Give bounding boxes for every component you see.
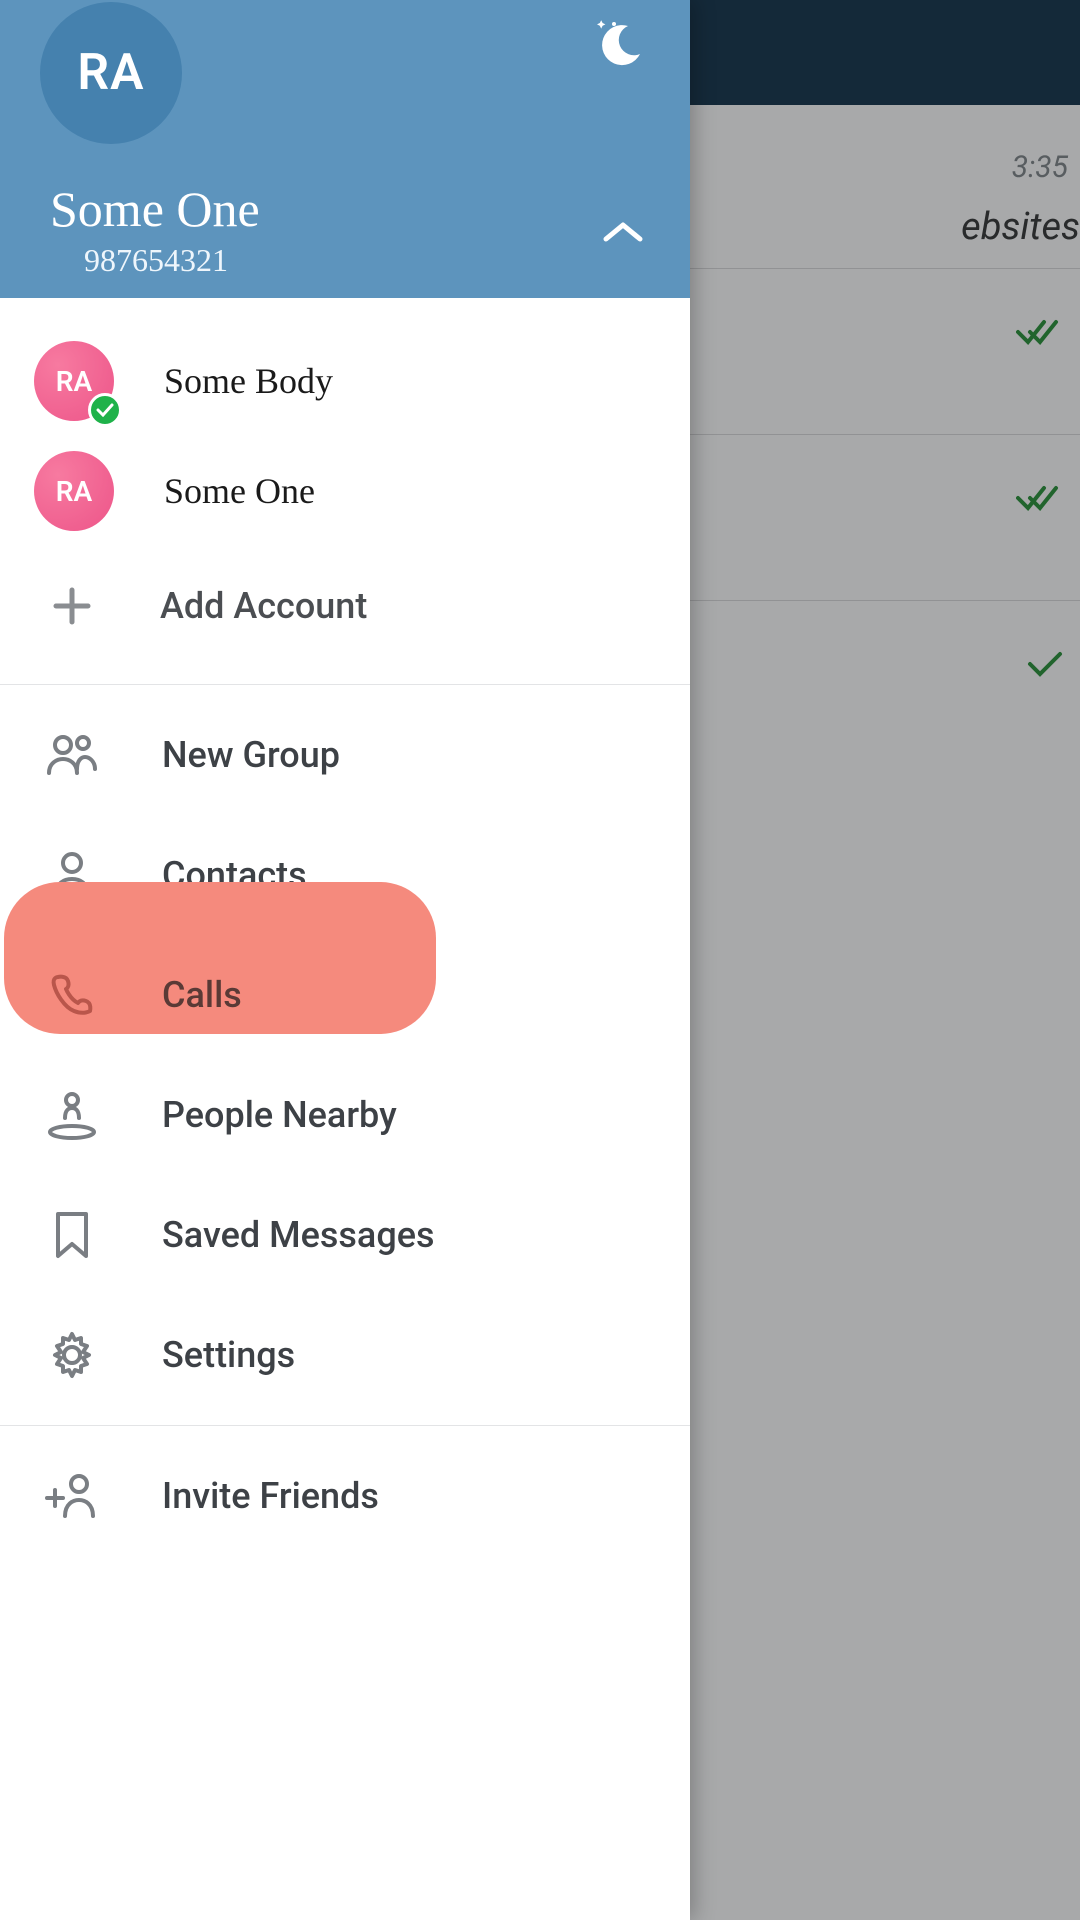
account-item[interactable]: RA Some One: [0, 436, 690, 546]
phone-icon: [42, 965, 102, 1025]
drawer-header: RA Some One 987654321: [0, 0, 690, 298]
invite-icon: [42, 1466, 102, 1526]
night-mode-toggle[interactable]: [590, 16, 650, 76]
accounts-toggle[interactable]: [598, 212, 648, 252]
navigation-drawer: RA Some One 987654321: [0, 0, 690, 1920]
menu-people-nearby[interactable]: People Nearby: [0, 1055, 690, 1175]
avatar-initials: RA: [56, 475, 92, 508]
account-name: Some One: [164, 470, 315, 512]
people-icon: [42, 725, 102, 785]
account-name: Some Body: [164, 360, 333, 402]
active-badge: [88, 393, 122, 427]
avatar-initials: RA: [77, 44, 144, 102]
divider: [0, 1425, 690, 1426]
avatar-initials: RA: [56, 365, 92, 398]
gear-icon: [42, 1325, 102, 1385]
menu-label: Calls: [162, 974, 242, 1016]
menu-saved-messages[interactable]: Saved Messages: [0, 1175, 690, 1295]
accounts-section: RA Some Body RA Some One Add Account: [0, 298, 690, 666]
add-account-label: Add Account: [160, 585, 367, 627]
add-account-button[interactable]: Add Account: [0, 546, 690, 666]
profile-phone: 987654321: [84, 242, 228, 279]
menu-label: Saved Messages: [162, 1214, 435, 1256]
moon-icon: [594, 20, 646, 72]
profile-avatar[interactable]: RA: [40, 2, 182, 144]
menu-label: People Nearby: [162, 1094, 397, 1136]
plus-icon: [44, 578, 100, 634]
menu-calls[interactable]: Calls: [0, 935, 690, 1055]
menu-label: Settings: [162, 1334, 295, 1376]
menu-label: Invite Friends: [162, 1475, 379, 1517]
menu-invite-friends[interactable]: Invite Friends: [0, 1436, 690, 1556]
menu-settings[interactable]: Settings: [0, 1295, 690, 1415]
account-avatar: RA: [34, 451, 114, 531]
menu-list: New Group Contacts Calls: [0, 685, 690, 1556]
chevron-up-icon: [602, 219, 644, 245]
menu-new-group[interactable]: New Group: [0, 695, 690, 815]
menu-label: New Group: [162, 734, 340, 776]
account-avatar: RA: [34, 341, 114, 421]
profile-name: Some One: [50, 180, 260, 238]
bookmark-icon: [42, 1205, 102, 1265]
people-nearby-icon: [42, 1085, 102, 1145]
account-item[interactable]: RA Some Body: [0, 326, 690, 436]
